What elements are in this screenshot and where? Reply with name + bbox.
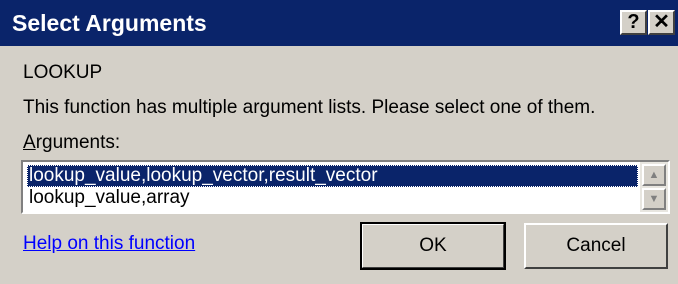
title-bar[interactable]: Select Arguments ? ✕ xyxy=(0,0,678,46)
function-name: LOOKUP xyxy=(23,62,103,83)
help-on-function-link[interactable]: Help on this function xyxy=(23,232,195,256)
close-button[interactable]: ✕ xyxy=(648,10,675,35)
scroll-up-arrow-icon[interactable]: ▲ xyxy=(642,164,666,186)
select-arguments-dialog: Select Arguments ? ✕ LOOKUP This functio… xyxy=(0,0,678,284)
argument-list-item[interactable]: lookup_value,lookup_vector,result_vector xyxy=(27,165,638,187)
arguments-label: Arguments: xyxy=(23,131,120,155)
arguments-listbox[interactable]: lookup_value,lookup_vector,result_vector… xyxy=(21,160,670,214)
dialog-title: Select Arguments xyxy=(12,10,207,36)
help-question-button[interactable]: ? xyxy=(620,10,647,35)
argument-list-item[interactable]: lookup_value,array xyxy=(27,187,638,209)
scroll-down-arrow-icon[interactable]: ▼ xyxy=(642,188,666,210)
description-text: This function has multiple argument list… xyxy=(23,97,596,118)
cancel-button[interactable]: Cancel xyxy=(524,223,668,269)
arguments-label-rest: rguments: xyxy=(35,132,121,153)
arguments-label-accelerator: A xyxy=(23,132,36,153)
arguments-list: lookup_value,lookup_vector,result_vector… xyxy=(27,165,638,209)
listbox-scrollbar[interactable]: ▲ ▼ xyxy=(640,162,668,212)
ok-button[interactable]: OK xyxy=(360,222,506,270)
